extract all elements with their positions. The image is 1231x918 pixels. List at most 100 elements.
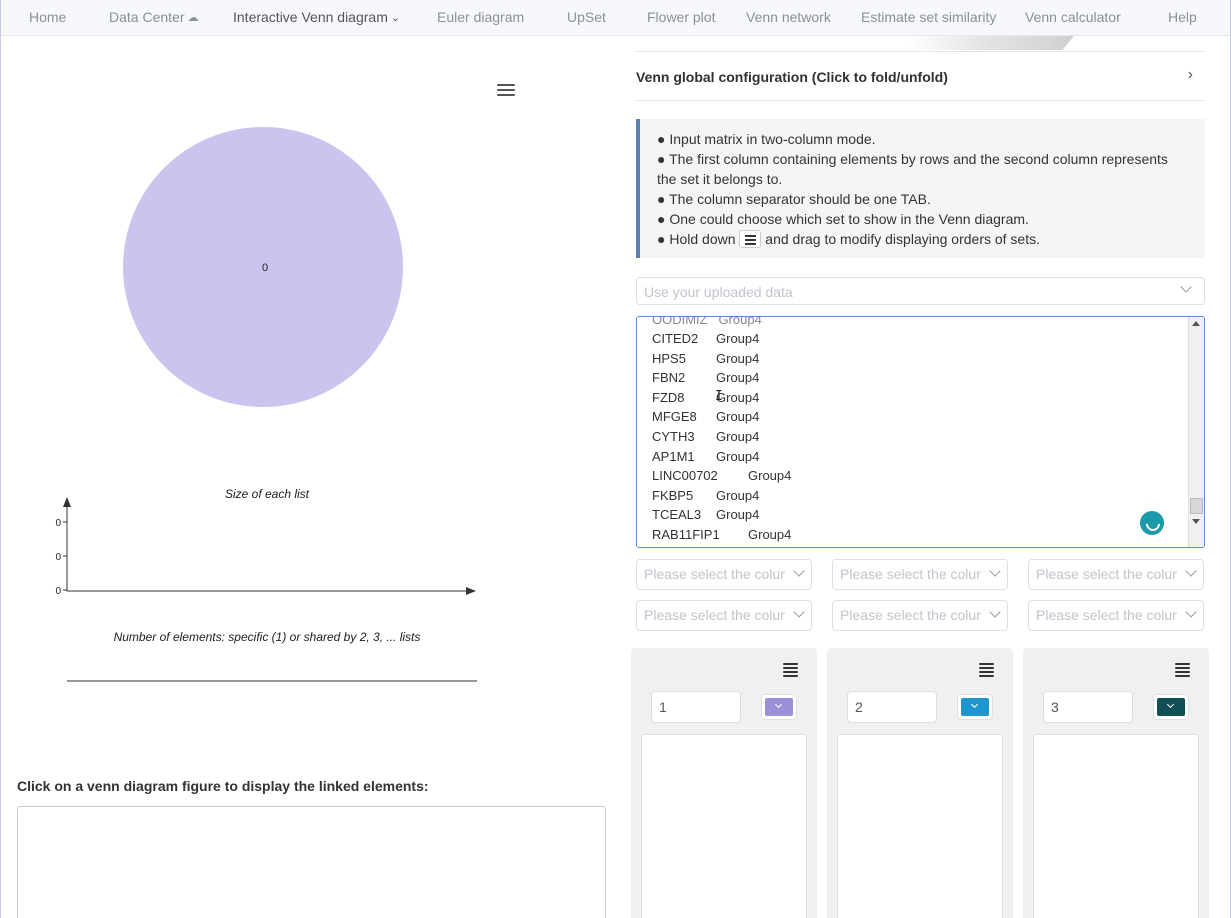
set-name-input[interactable]: 3: [1043, 691, 1133, 723]
chevron-down-icon: [793, 606, 805, 618]
nav-home[interactable]: Home: [29, 9, 66, 25]
venn-config-title: Venn global configuration (Click to fold…: [636, 69, 948, 85]
instruction-text: The column separator should be one TAB.: [669, 191, 931, 207]
venn-region-label[interactable]: 0: [262, 262, 268, 274]
column-select-5[interactable]: Please select the column: [832, 600, 1008, 631]
nav-euler[interactable]: Euler diagram: [437, 9, 524, 25]
nav-data-center[interactable]: Data Center ☁: [109, 9, 198, 25]
instruction-item: ● One could choose which set to show in …: [657, 211, 1029, 227]
matrix-group: Group4: [716, 370, 760, 386]
matrix-group: Group4: [716, 507, 760, 523]
chevron-down-icon: [1185, 606, 1197, 618]
loading-spinner-icon: [1140, 511, 1164, 535]
nav-interactive-venn[interactable]: Interactive Venn diagram ⌄: [233, 9, 400, 25]
matrix-group: Group4: [716, 350, 760, 366]
instruction-hold-suffix: and drag to modify displaying orders of …: [765, 231, 1040, 247]
chevron-down-icon: [1180, 281, 1192, 293]
chevron-down-icon: [1185, 565, 1197, 577]
column-select-3[interactable]: Please select the column: [1028, 559, 1204, 590]
column-select-placeholder: Please select the column: [840, 607, 981, 623]
nav-interactive-venn-label: Interactive Venn diagram: [233, 9, 388, 25]
matrix-row: MFGE8 Group4: [652, 409, 759, 424]
set-color-picker[interactable]: [1153, 694, 1189, 720]
scroll-up-icon[interactable]: [1192, 321, 1200, 326]
linked-elements-label: Click on a venn diagram figure to displa…: [17, 778, 429, 794]
matrix-gene: FKBP5: [652, 487, 694, 503]
matrix-group: Group4: [716, 409, 760, 425]
nav-venn-network[interactable]: Venn network: [746, 9, 831, 25]
column-select-placeholder: Please select the column: [1036, 607, 1177, 623]
nav-venn-calculator[interactable]: Venn calculator: [1025, 9, 1121, 25]
matrix-row: LINC00702 Group4: [652, 468, 791, 483]
set-color-picker[interactable]: [761, 694, 797, 720]
upset-title: Size of each list: [224, 487, 310, 501]
column-select-2[interactable]: Please select the column: [832, 559, 1008, 590]
instructions-box: ● Input matrix in two-column mode. ● The…: [636, 119, 1205, 258]
matrix-gene: TCEAL3: [652, 507, 702, 523]
upset-x-axis-arrow: [466, 587, 476, 595]
column-select-placeholder: Please select the column: [840, 566, 981, 582]
scroll-thumb[interactable]: [1190, 498, 1203, 514]
instruction-text: One could choose which set to show in th…: [669, 211, 1029, 227]
nav-upset[interactable]: UpSet: [567, 9, 606, 25]
matrix-row: CYTH3 Group4: [652, 429, 759, 444]
venn-upset-figure: 0 0 0 0: [55, 127, 477, 682]
instruction-hold-prefix: Hold down: [669, 231, 736, 247]
matrix-row-partial: OODIMIZ Group4: [652, 316, 762, 327]
matrix-row: FKBP5 Group4: [652, 488, 759, 503]
drag-handle-icon[interactable]: [1175, 663, 1190, 679]
page: Home Data Center ☁ Interactive Venn diagr…: [0, 0, 1231, 918]
textarea-scrollbar[interactable]: [1188, 317, 1204, 547]
chevron-down-icon: [793, 565, 805, 577]
set-elements-list[interactable]: [641, 734, 807, 918]
color-swatch: [765, 698, 793, 716]
column-select-placeholder: Please select the column: [644, 566, 785, 582]
matrix-gene: FBN2: [652, 370, 686, 386]
venn-config-toggle[interactable]: Venn global configuration (Click to fold…: [636, 51, 1205, 101]
data-source-select[interactable]: Use your uploaded data: [636, 277, 1205, 305]
color-swatch: [961, 698, 989, 716]
column-select-1[interactable]: Please select the column: [636, 559, 812, 590]
nav-data-center-label: Data Center: [109, 9, 185, 25]
set-name-input[interactable]: 1: [651, 691, 741, 723]
nav-set-similarity[interactable]: Estimate set similarity: [861, 9, 996, 25]
upset-y-tick-label: 0: [55, 586, 61, 597]
column-select-placeholder: Please select the column: [644, 607, 785, 623]
matrix-row: FZD8 Group4: [652, 390, 759, 405]
matrix-row: AP1M1 Group4: [652, 449, 759, 464]
matrix-group: Group4: [716, 448, 760, 464]
matrix-group: Group4: [716, 429, 760, 444]
upset-y-tick-label: 0: [55, 552, 61, 563]
matrix-gene: LINC00702: [652, 468, 718, 484]
instruction-item: ● Input matrix in two-column mode.: [657, 131, 876, 147]
set-elements-list[interactable]: [1033, 734, 1199, 918]
upset-caption: Number of elements: specific (1) or shar…: [113, 630, 421, 644]
matrix-gene: HPS5: [652, 350, 686, 366]
drag-handle-icon[interactable]: [783, 663, 798, 679]
drag-handle-icon[interactable]: [979, 663, 994, 679]
matrix-input-textarea[interactable]: OODIMIZ Group4 CITED2 Group4 HPS5 Group4 FBN…: [636, 316, 1205, 548]
set-panel-3: 3: [1023, 648, 1209, 918]
chevron-right-icon: ›: [1187, 66, 1193, 83]
set-name-input[interactable]: 2: [847, 691, 937, 723]
column-select-6[interactable]: Please select the column: [1028, 600, 1204, 631]
instruction-item: ● The first column containing elements b…: [657, 151, 1168, 187]
scroll-down-icon[interactable]: [1192, 519, 1200, 524]
matrix-row: RAB11FIP1 Group4: [652, 527, 791, 542]
matrix-row: TCEAL3 Group4: [652, 507, 759, 522]
upset-y-ticks: 0 0 0: [55, 518, 67, 597]
linked-elements-box[interactable]: [17, 806, 606, 918]
matrix-row: HPS5 Group4: [652, 351, 759, 366]
set-elements-list[interactable]: [837, 734, 1003, 918]
nav-help[interactable]: Help: [1168, 9, 1197, 25]
chevron-down-icon: ⌄: [390, 12, 401, 24]
upset-y-axis-arrow: [63, 497, 71, 507]
matrix-group: Group4: [748, 527, 792, 542]
column-select-4[interactable]: Please select the column: [636, 600, 812, 631]
matrix-gene: AP1M1: [652, 448, 695, 464]
column-select-placeholder: Please select the column: [1036, 566, 1177, 582]
set-color-picker[interactable]: [957, 694, 993, 720]
instruction-text: Input matrix in two-column mode.: [669, 131, 876, 147]
matrix-gene: CITED2: [652, 331, 699, 346]
nav-flower-plot[interactable]: Flower plot: [647, 9, 715, 25]
